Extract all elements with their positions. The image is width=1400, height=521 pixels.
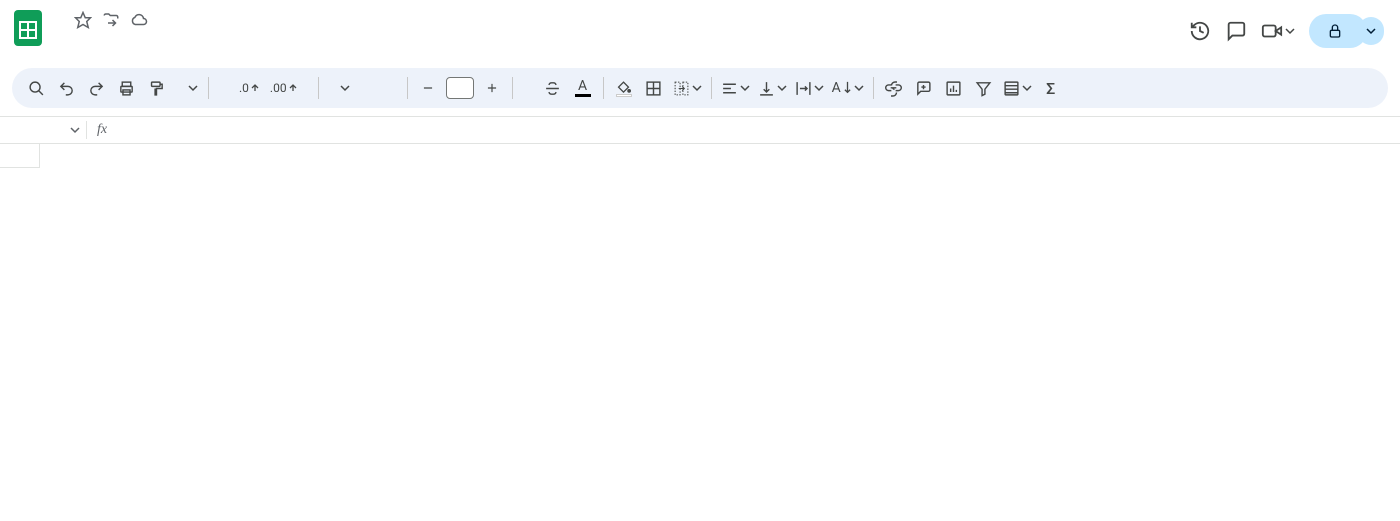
decrease-font-size-button[interactable] [414, 74, 442, 102]
font-size-input[interactable] [446, 77, 474, 99]
select-all-corner[interactable] [0, 144, 40, 168]
menubar [52, 36, 1189, 44]
menu-insert[interactable] [106, 36, 122, 44]
menu-tools[interactable] [160, 36, 176, 44]
insert-comment-button[interactable] [910, 74, 938, 102]
paint-format-icon[interactable] [142, 74, 170, 102]
merge-cells-button[interactable] [670, 74, 705, 102]
font-select[interactable] [325, 74, 401, 102]
horizontal-align-button[interactable] [718, 74, 753, 102]
search-menus-icon[interactable] [22, 74, 50, 102]
document-title[interactable] [52, 18, 64, 22]
decrease-decimal-button[interactable]: .0 [235, 74, 264, 102]
sheets-logo[interactable] [12, 8, 44, 48]
functions-button[interactable]: Σ [1037, 74, 1065, 102]
redo-icon[interactable] [82, 74, 110, 102]
print-icon[interactable] [112, 74, 140, 102]
insert-link-button[interactable] [880, 74, 908, 102]
toolbar: .0 .00 A A Σ [12, 68, 1388, 108]
menu-extensions[interactable] [178, 36, 194, 44]
format-currency-button[interactable] [215, 74, 223, 102]
menu-edit[interactable] [70, 36, 86, 44]
comments-icon[interactable] [1225, 20, 1247, 42]
menu-help[interactable] [196, 36, 212, 44]
name-box[interactable] [0, 125, 86, 135]
vertical-align-button[interactable] [755, 74, 790, 102]
undo-icon[interactable] [52, 74, 80, 102]
menu-view[interactable] [88, 36, 104, 44]
menu-file[interactable] [52, 36, 68, 44]
italic-button[interactable] [529, 74, 537, 102]
text-rotation-button[interactable]: A [829, 74, 867, 102]
increase-decimal-button[interactable]: .00 [266, 74, 302, 102]
format-percent-button[interactable] [225, 74, 233, 102]
text-wrap-button[interactable] [792, 74, 827, 102]
borders-button[interactable] [640, 74, 668, 102]
bold-button[interactable] [519, 74, 527, 102]
cloud-status-icon[interactable] [130, 11, 148, 29]
menu-data[interactable] [142, 36, 158, 44]
meet-icon[interactable] [1261, 20, 1295, 42]
fx-icon: fx [97, 122, 107, 138]
filter-views-button[interactable] [1000, 74, 1035, 102]
fill-color-button[interactable] [610, 74, 638, 102]
more-formats-button[interactable] [304, 74, 312, 102]
move-icon[interactable] [102, 11, 120, 29]
strikethrough-button[interactable] [539, 74, 567, 102]
text-color-button[interactable]: A [569, 74, 597, 102]
menu-format[interactable] [124, 36, 140, 44]
increase-font-size-button[interactable] [478, 74, 506, 102]
filter-button[interactable] [970, 74, 998, 102]
share-more-button[interactable] [1358, 17, 1384, 45]
insert-chart-button[interactable] [940, 74, 968, 102]
history-icon[interactable] [1189, 20, 1211, 42]
zoom-select[interactable] [172, 74, 202, 102]
star-icon[interactable] [74, 11, 92, 29]
